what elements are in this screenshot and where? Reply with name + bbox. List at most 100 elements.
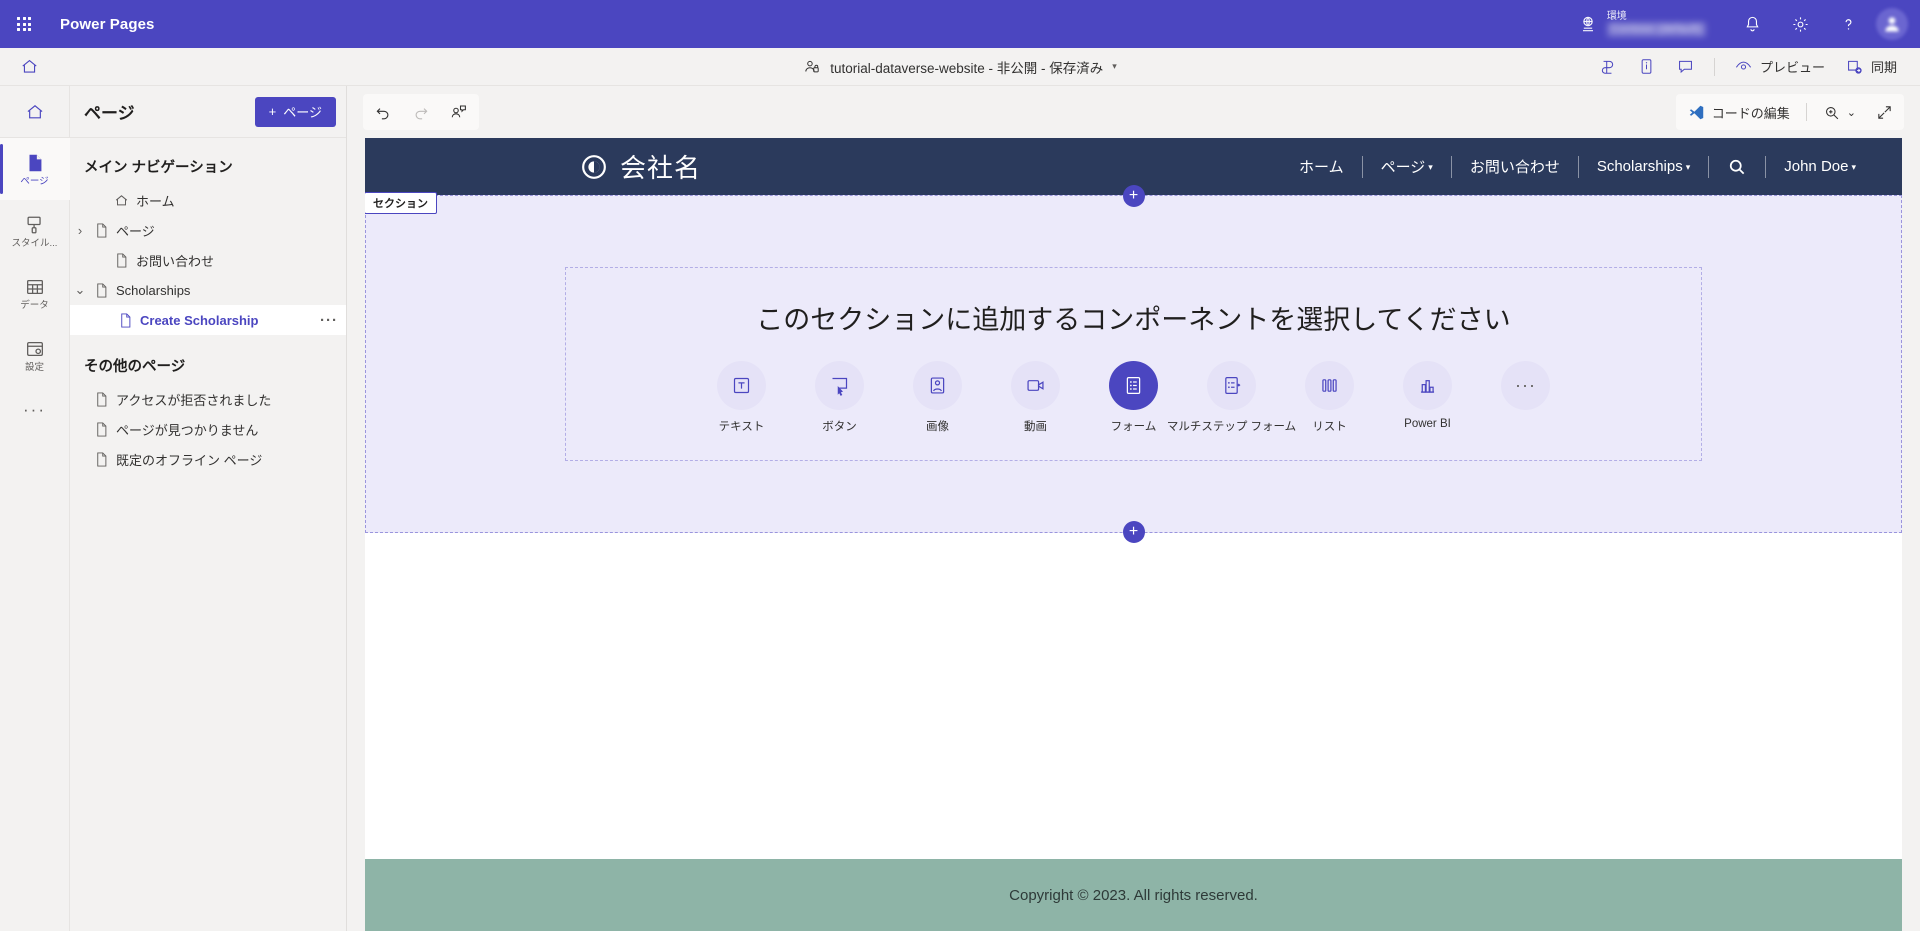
- tree-item-page-not-found[interactable]: ページが見つかりません: [70, 414, 346, 444]
- video-icon: [1011, 361, 1060, 410]
- nav-item-scholarships[interactable]: Scholarships ▾: [1579, 158, 1708, 175]
- sidebar-label-data: データ: [20, 301, 49, 311]
- collaboration-icon[interactable]: [442, 97, 476, 127]
- add-page-button[interactable]: + ページ: [255, 97, 336, 127]
- search-icon[interactable]: [1709, 157, 1765, 177]
- canvas-tools-right: コードの編集 ⌄: [1676, 94, 1904, 130]
- comment-icon[interactable]: [1667, 52, 1704, 82]
- component-multistep-form[interactable]: マルチステップ フォーム: [1183, 361, 1281, 434]
- tree-label: ホーム: [136, 191, 175, 210]
- tree-label: Create Scholarship: [140, 313, 259, 328]
- zoom-control[interactable]: ⌄: [1814, 97, 1865, 127]
- text-icon: [717, 361, 766, 410]
- add-page-label: ページ: [283, 102, 322, 121]
- site-title-dropdown[interactable]: tutorial-dataverse-website - 非公開 - 保存済み …: [803, 57, 1117, 77]
- site-body-blank: [365, 533, 1902, 859]
- info-icon[interactable]: [1628, 52, 1665, 82]
- tree-item-offline-page[interactable]: 既定のオフライン ページ: [70, 444, 346, 474]
- page-icon: [110, 252, 132, 269]
- component-list[interactable]: リスト: [1281, 361, 1379, 434]
- component-label: リスト: [1312, 418, 1347, 434]
- sidebar-label-pages: ページ: [20, 177, 48, 187]
- component-label: 動画: [1024, 418, 1047, 434]
- sidebar-item-setup[interactable]: 設定: [0, 324, 70, 386]
- top-bar-right: 環境 Contoso (default): [1578, 0, 1920, 48]
- command-bar: tutorial-dataverse-website - 非公開 - 保存済み …: [0, 48, 1920, 86]
- component-label: ボタン: [822, 418, 857, 434]
- chevron-down-icon: ⌄: [1847, 106, 1856, 119]
- component-more[interactable]: ···: [1477, 361, 1575, 418]
- expand-icon[interactable]: [1867, 97, 1901, 127]
- sidebar-label-setup: 設定: [25, 363, 44, 373]
- row-more-icon[interactable]: ···: [320, 312, 338, 329]
- nav-item-contact[interactable]: お問い合わせ: [1452, 156, 1578, 177]
- add-section-below-button[interactable]: +: [1123, 521, 1145, 543]
- bell-icon[interactable]: [1728, 0, 1776, 48]
- section-badge[interactable]: セクション: [365, 192, 437, 214]
- tree-item-pages[interactable]: › ページ: [70, 215, 346, 245]
- add-section-above-button[interactable]: +: [1123, 185, 1145, 207]
- site-logo-block[interactable]: 会社名: [581, 148, 701, 185]
- tree-item-access-denied[interactable]: アクセスが拒否されました: [70, 384, 346, 414]
- nav-item-user[interactable]: John Doe ▾: [1766, 158, 1874, 175]
- form-icon: [1109, 361, 1158, 410]
- avatar[interactable]: [1876, 8, 1908, 40]
- tree-item-create-scholarship[interactable]: Create Scholarship ···: [70, 305, 346, 335]
- tree-item-contact[interactable]: お問い合わせ: [70, 245, 346, 275]
- sidebar-item-data[interactable]: データ: [0, 262, 70, 324]
- tree-label: 既定のオフライン ページ: [116, 450, 262, 469]
- styles-brush-icon: [24, 214, 46, 236]
- more-icon: ···: [1501, 361, 1550, 410]
- circle-logo-icon: [581, 154, 607, 180]
- tree-item-home[interactable]: ホーム: [70, 185, 346, 215]
- preview-button[interactable]: プレビュー: [1725, 52, 1834, 82]
- nav-label: ページ: [1381, 156, 1426, 177]
- chevron-right-icon[interactable]: ›: [70, 223, 90, 238]
- component-picker-title: このセクションに追加するコンポーネントを選択してください: [756, 298, 1510, 337]
- environment-selector[interactable]: 環境 Contoso (default): [1578, 11, 1706, 37]
- theme-icon[interactable]: [1589, 52, 1626, 82]
- edit-code-label: コードの編集: [1712, 103, 1790, 122]
- question-icon[interactable]: [1824, 0, 1872, 48]
- shared-site-icon: [803, 58, 821, 76]
- component-image[interactable]: 画像: [889, 361, 987, 434]
- chevron-down-icon: ▾: [1851, 162, 1856, 173]
- nav-item-home[interactable]: ホーム: [1281, 156, 1362, 177]
- home-icon[interactable]: [0, 48, 58, 86]
- page-icon: [90, 391, 112, 408]
- tree-label: ページ: [116, 221, 155, 240]
- chevron-down-icon[interactable]: ⌄: [70, 282, 90, 298]
- page-icon: [90, 451, 112, 468]
- app-launcher-icon[interactable]: [0, 0, 48, 48]
- environment-label: 環境: [1607, 11, 1706, 23]
- sidebar-more-icon[interactable]: ···: [0, 386, 70, 434]
- nav-label: Scholarships: [1597, 158, 1683, 175]
- pages-tree-scroll[interactable]: メイン ナビゲーション ホーム › ページ: [70, 138, 346, 931]
- tree-item-scholarships[interactable]: ⌄ Scholarships: [70, 275, 346, 305]
- nav-item-pages[interactable]: ページ ▾: [1363, 156, 1451, 177]
- nav-label: John Doe: [1784, 158, 1848, 175]
- plus-icon: +: [269, 104, 277, 119]
- chevron-down-icon: ▾: [1686, 162, 1691, 173]
- section-drop-zone[interactable]: + このセクションに追加するコンポーネントを選択してください テキスト: [365, 195, 1902, 533]
- sidebar-item-pages[interactable]: ページ: [0, 138, 70, 200]
- sync-button[interactable]: 同期: [1836, 52, 1906, 82]
- undo-icon[interactable]: [366, 97, 400, 127]
- preview-eye-icon: [1734, 57, 1753, 76]
- other-pages-title: その他のページ: [70, 351, 346, 384]
- component-button[interactable]: ボタン: [791, 361, 889, 434]
- toolbar-divider: [1806, 103, 1807, 121]
- pages-panel: ページ + ページ メイン ナビゲーション ホーム ›: [70, 86, 347, 931]
- page-title: ページ: [84, 99, 135, 124]
- canvas-toolbar: コードの編集 ⌄: [347, 86, 1920, 138]
- edit-code-button[interactable]: コードの編集: [1679, 97, 1799, 127]
- data-table-icon: [24, 276, 46, 298]
- component-text[interactable]: テキスト: [693, 361, 791, 434]
- component-powerbi[interactable]: Power BI: [1379, 361, 1477, 430]
- component-video[interactable]: 動画: [987, 361, 1085, 434]
- rail-home-icon[interactable]: [0, 86, 70, 138]
- gear-icon[interactable]: [1776, 0, 1824, 48]
- sidebar-item-styles[interactable]: スタイル...: [0, 200, 70, 262]
- setup-gear-icon: [24, 338, 46, 360]
- footer-copyright: Copyright © 2023. All rights reserved.: [1009, 887, 1258, 904]
